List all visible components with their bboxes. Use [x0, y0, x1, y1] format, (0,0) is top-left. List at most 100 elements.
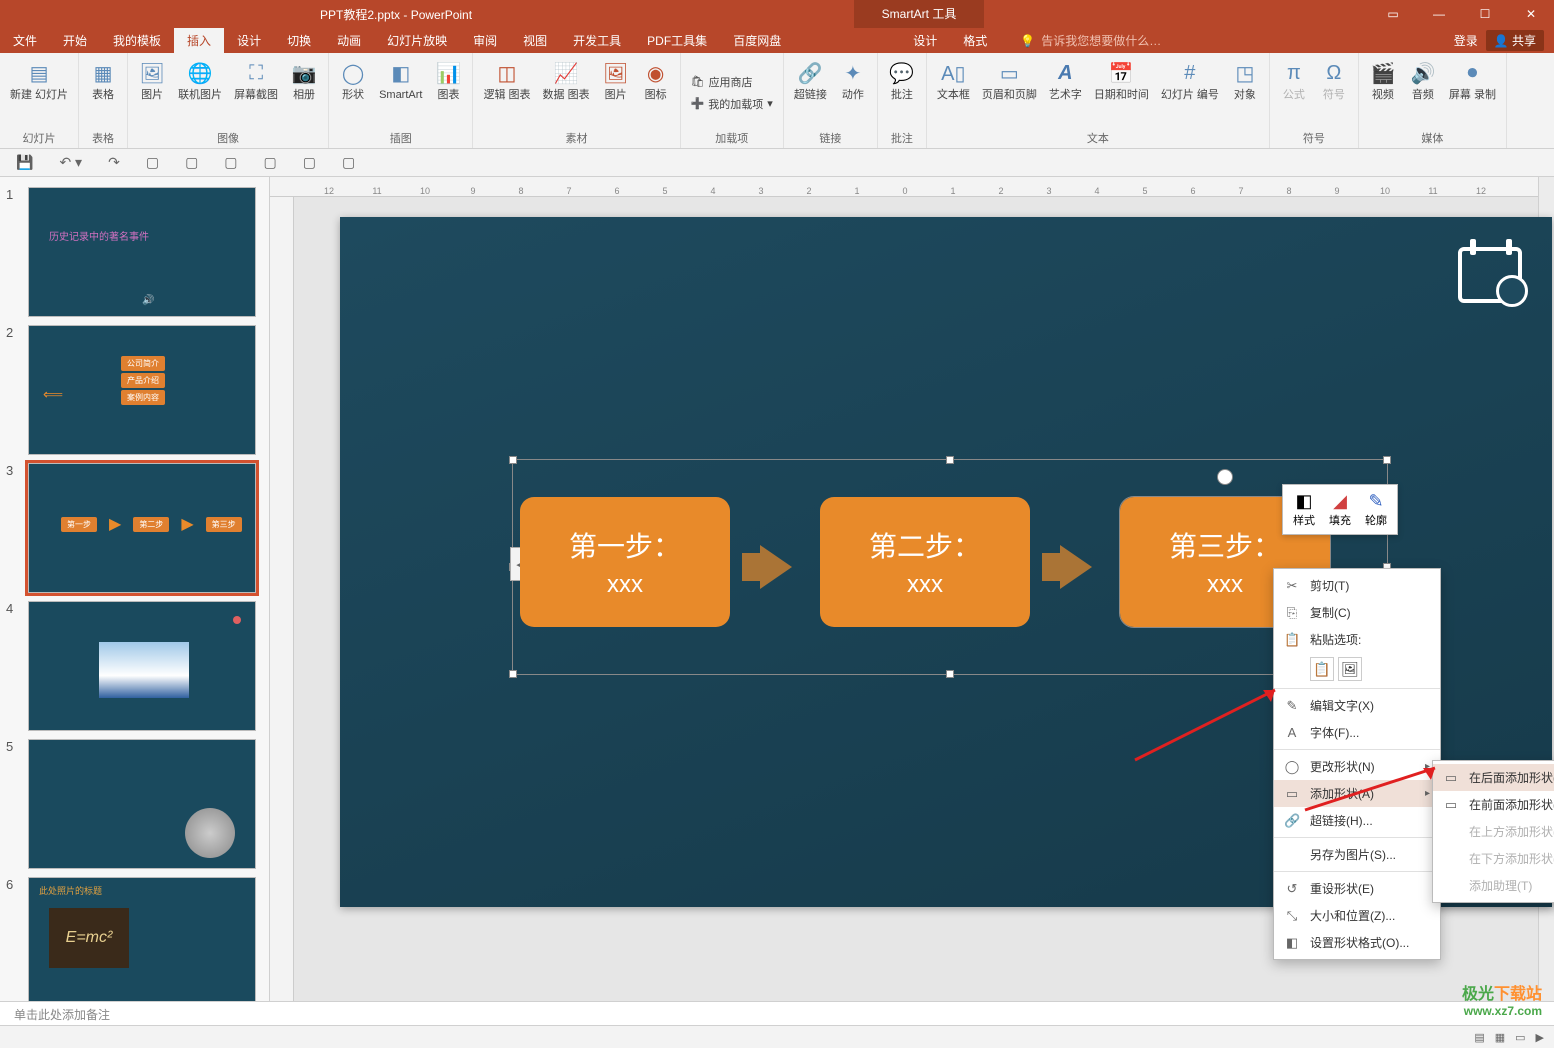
- style-button[interactable]: ◧样式: [1287, 489, 1321, 530]
- login-link[interactable]: 登录: [1454, 32, 1478, 49]
- ctx-font[interactable]: A字体(F)...: [1274, 719, 1440, 746]
- screenshot-button[interactable]: ⛶屏幕截图: [230, 57, 282, 128]
- arrow-icon: [760, 545, 792, 589]
- new-slide-button[interactable]: ▤新建 幻灯片: [6, 57, 72, 128]
- datetime-button[interactable]: 📅日期和时间: [1090, 57, 1153, 128]
- audio-button[interactable]: 🔊音频: [1405, 57, 1441, 128]
- logic-chart-button[interactable]: ◫逻辑 图表: [479, 57, 534, 128]
- contextual-tool-tab: SmartArt 工具: [854, 0, 984, 28]
- thumbnail-1[interactable]: 历史记录中的著名事件 🔊: [28, 187, 256, 317]
- qat-btn-2[interactable]: ▢: [179, 152, 204, 173]
- tab-animations[interactable]: 动画: [324, 28, 374, 53]
- minimize-button[interactable]: —: [1416, 0, 1462, 28]
- qat-btn-5[interactable]: ▢: [297, 152, 322, 173]
- view-sorter-icon[interactable]: ▦: [1495, 1031, 1505, 1044]
- tab-pdf[interactable]: PDF工具集: [634, 28, 720, 53]
- ctx-save-as-picture[interactable]: 另存为图片(S)...: [1274, 841, 1440, 868]
- ctx-edit-text[interactable]: ✎编辑文字(X): [1274, 692, 1440, 719]
- ctx-reset-shape[interactable]: ↺重设形状(E): [1274, 875, 1440, 902]
- share-button[interactable]: 👤 共享: [1486, 30, 1544, 51]
- submenu-add-before[interactable]: ▭在前面添加形状(B): [1433, 791, 1554, 818]
- shapes-button[interactable]: ◯形状: [335, 57, 371, 128]
- tab-design[interactable]: 设计: [224, 28, 274, 53]
- thumbnail-2[interactable]: 公司简介 产品介绍 案例内容 ⟸: [28, 325, 256, 455]
- tab-home[interactable]: 开始: [50, 28, 100, 53]
- data-chart-button[interactable]: 📈数据 图表: [539, 57, 594, 128]
- tab-smartart-design[interactable]: 设计: [900, 28, 950, 53]
- qat-btn-6[interactable]: ▢: [336, 152, 361, 173]
- tab-view[interactable]: 视图: [510, 28, 560, 53]
- outline-button[interactable]: ✎轮廓: [1359, 489, 1393, 530]
- notes-pane[interactable]: 单击此处添加备注: [0, 1001, 1554, 1025]
- ctx-cut[interactable]: ✂剪切(T): [1274, 572, 1440, 599]
- picture-button[interactable]: 🖼图片: [134, 57, 170, 128]
- redo-icon[interactable]: ↷: [102, 152, 126, 173]
- fill-button[interactable]: ◢填充: [1323, 489, 1357, 530]
- slide-number-button[interactable]: #幻灯片 编号: [1157, 57, 1223, 128]
- smartart-shape-2[interactable]: 第二步： xxx: [820, 497, 1030, 627]
- equation-button[interactable]: π公式: [1276, 57, 1312, 128]
- thumbnail-3[interactable]: 第一步 ▶ 第二步 ▶ 第三步: [28, 463, 256, 593]
- ribbon-tabs: 文件 开始 我的模板 插入 设计 切换 动画 幻灯片放映 审阅 视图 开发工具 …: [0, 28, 1554, 53]
- tell-me-search[interactable]: 💡 告诉我您想要做什么…: [1020, 32, 1161, 49]
- qat-btn-1[interactable]: ▢: [140, 152, 165, 173]
- smartart-button[interactable]: ◧SmartArt: [375, 57, 426, 128]
- ctx-format-shape[interactable]: ◧设置形状格式(O)...: [1274, 929, 1440, 956]
- ctx-change-shape[interactable]: ◯更改形状(N)▸: [1274, 753, 1440, 780]
- symbol-button[interactable]: Ω符号: [1316, 57, 1352, 128]
- tab-transitions[interactable]: 切换: [274, 28, 324, 53]
- submenu-add-below: 在下方添加形状(W): [1433, 845, 1554, 872]
- maximize-button[interactable]: ☐: [1462, 0, 1508, 28]
- thumbnail-6[interactable]: 此处照片的标题 E=mc²: [28, 877, 256, 1001]
- tab-file[interactable]: 文件: [0, 28, 50, 53]
- paste-icon: 📋: [1284, 632, 1300, 648]
- tab-slideshow[interactable]: 幻灯片放映: [374, 28, 460, 53]
- tab-developer[interactable]: 开发工具: [560, 28, 634, 53]
- textbox-button[interactable]: A▯文本框: [933, 57, 974, 128]
- ctx-size-position[interactable]: ⤡大小和位置(Z)...: [1274, 902, 1440, 929]
- app-store-button[interactable]: 🛍应用商店: [687, 72, 777, 92]
- thumbnail-4[interactable]: [28, 601, 256, 731]
- ctx-hyperlink[interactable]: 🔗超链接(H)...: [1274, 807, 1440, 834]
- tab-baidu[interactable]: 百度网盘: [720, 28, 794, 53]
- smartart-graphic[interactable]: 第一步： xxx 第二步： xxx 第三步： xxx: [520, 467, 1380, 667]
- qat-btn-3[interactable]: ▢: [218, 152, 243, 173]
- view-slideshow-icon[interactable]: ▶: [1536, 1031, 1544, 1044]
- ribbon-options-icon[interactable]: ▭: [1370, 0, 1416, 28]
- undo-icon[interactable]: ↶ ▾: [53, 152, 88, 173]
- icon-button[interactable]: ◉图标: [638, 57, 674, 128]
- wordart-button[interactable]: A艺术字: [1045, 57, 1086, 128]
- close-button[interactable]: ✕: [1508, 0, 1554, 28]
- material-picture-button[interactable]: 🖼图片: [598, 57, 634, 128]
- album-button[interactable]: 📷相册: [286, 57, 322, 128]
- ctx-copy[interactable]: ⎘复制(C): [1274, 599, 1440, 626]
- comment-button[interactable]: 💬批注: [884, 57, 920, 128]
- save-icon[interactable]: 💾: [10, 152, 39, 173]
- watermark-url: www.xz7.com: [1462, 1004, 1542, 1018]
- view-reading-icon[interactable]: ▭: [1515, 1031, 1525, 1044]
- online-picture-button[interactable]: 🌐联机图片: [174, 57, 226, 128]
- tab-smartart-format[interactable]: 格式: [950, 28, 1000, 53]
- my-addins-button[interactable]: ➕我的加载项 ▾: [687, 94, 777, 114]
- thumbnail-5[interactable]: [28, 739, 256, 869]
- object-button[interactable]: ◳对象: [1227, 57, 1263, 128]
- paste-option-2[interactable]: 🖼: [1338, 657, 1362, 681]
- view-normal-icon[interactable]: ▤: [1474, 1031, 1484, 1044]
- screen-record-button[interactable]: ⏺屏幕 录制: [1445, 57, 1500, 128]
- smartart-shape-1[interactable]: 第一步： xxx: [520, 497, 730, 627]
- paste-option-1[interactable]: 📋: [1310, 657, 1334, 681]
- action-button[interactable]: ✦动作: [835, 57, 871, 128]
- tab-templates[interactable]: 我的模板: [100, 28, 174, 53]
- hyperlink-button[interactable]: 🔗超链接: [790, 57, 831, 128]
- video-button[interactable]: 🎬视频: [1365, 57, 1401, 128]
- tab-review[interactable]: 审阅: [460, 28, 510, 53]
- header-footer-button[interactable]: ▭页眉和页脚: [978, 57, 1041, 128]
- slide-thumbnails-panel[interactable]: 1 历史记录中的著名事件 🔊 2 公司简介 产品介绍 案例内容 ⟸ 3 第一步 …: [0, 177, 270, 1001]
- table-button[interactable]: ▦表格: [85, 57, 121, 128]
- rotate-handle[interactable]: [1217, 469, 1233, 485]
- qat-btn-4[interactable]: ▢: [258, 152, 283, 173]
- chart-button[interactable]: 📊图表: [430, 57, 466, 128]
- submenu-add-after[interactable]: ▭在后面添加形状(A): [1433, 764, 1554, 791]
- ctx-add-shape[interactable]: ▭添加形状(A)▸: [1274, 780, 1440, 807]
- tab-insert[interactable]: 插入: [174, 28, 224, 53]
